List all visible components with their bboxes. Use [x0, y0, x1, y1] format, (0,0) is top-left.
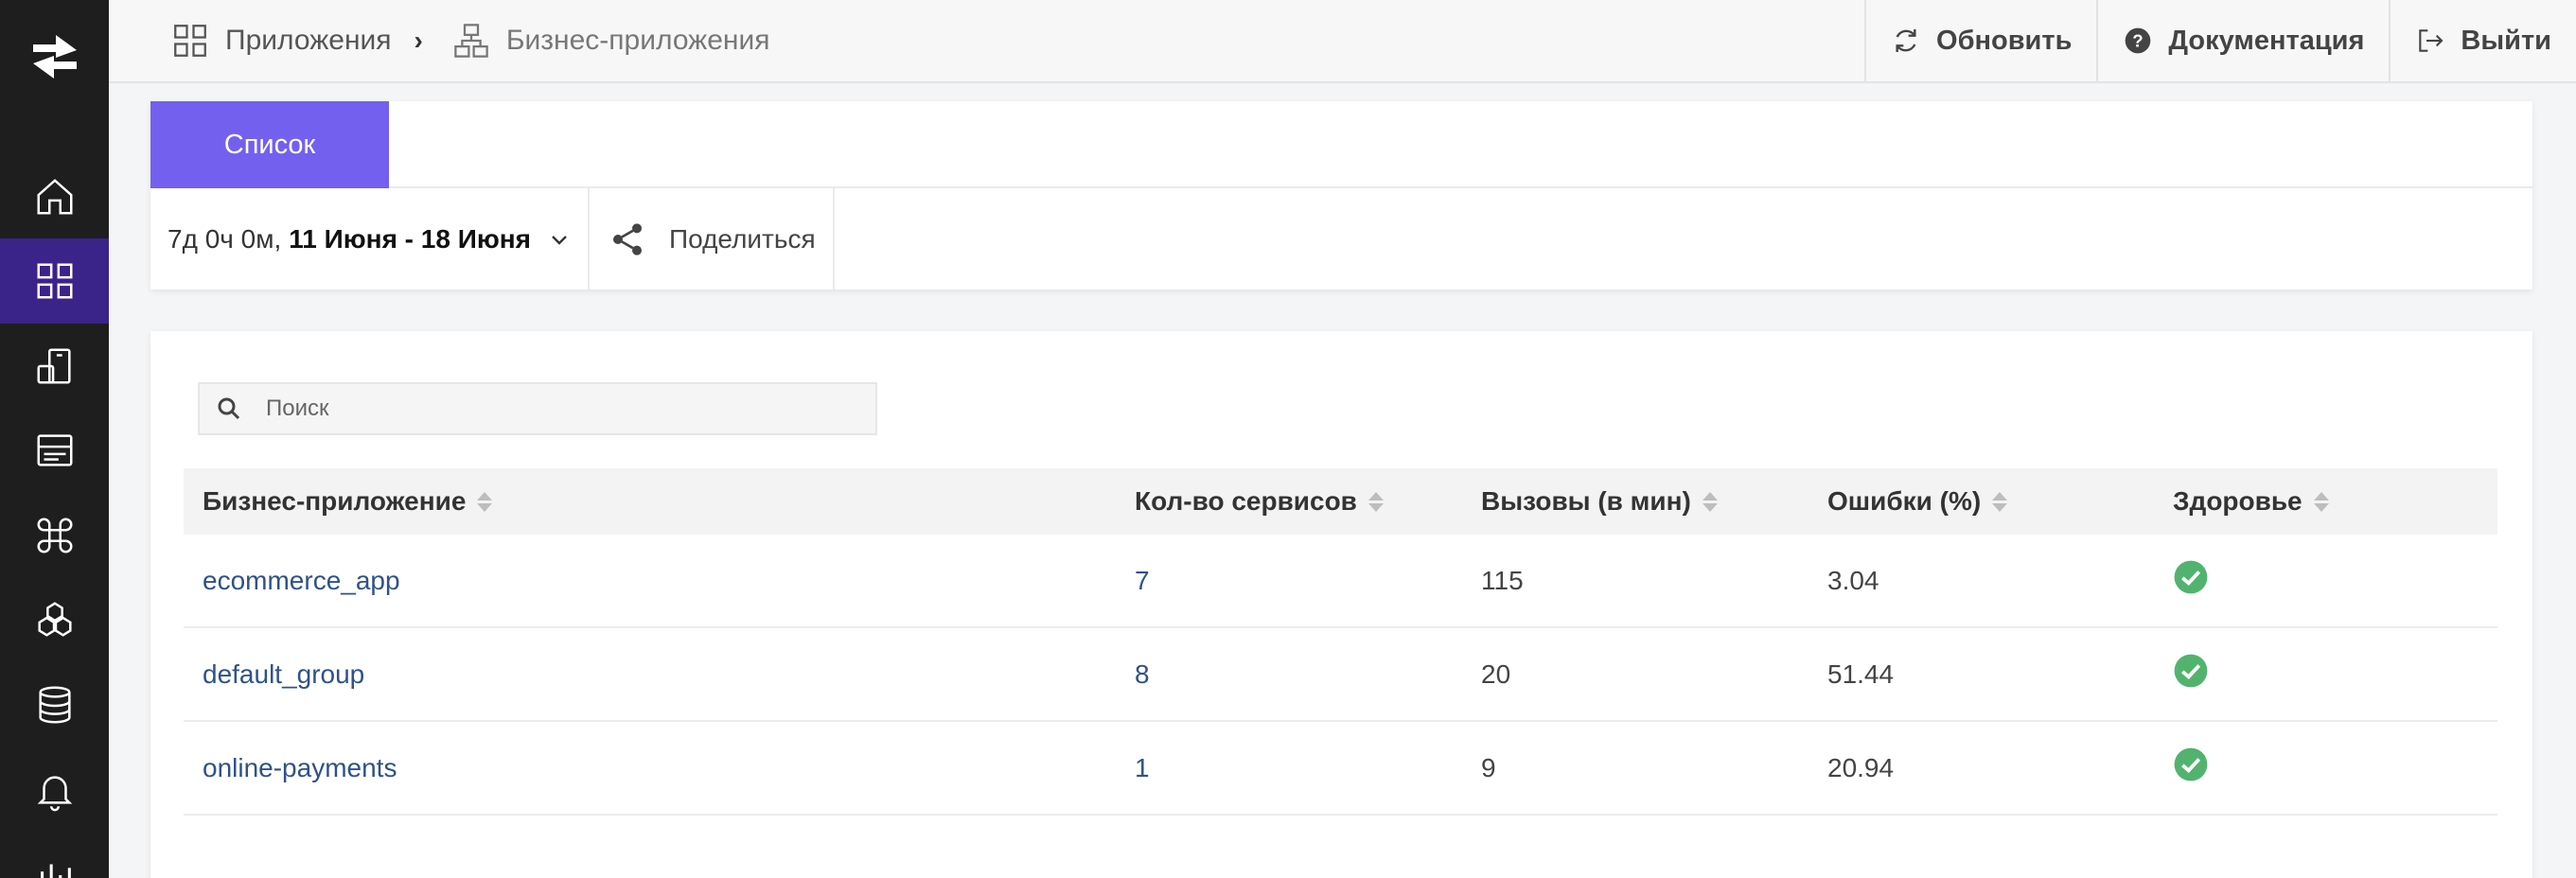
help-icon: ? [2126, 27, 2151, 54]
health-status [2173, 746, 2209, 789]
app-name-link[interactable]: default_group [203, 659, 364, 690]
apps-grid-icon [174, 25, 206, 57]
top-actions: Обновить ? Документация Выйти [1864, 0, 2576, 81]
search-box [198, 382, 877, 435]
svg-text:?: ? [2133, 31, 2144, 51]
bell-icon [37, 776, 72, 812]
calls-value: 9 [1481, 752, 1496, 782]
services-count-link[interactable]: 1 [1135, 753, 1150, 783]
health-status [2173, 559, 2209, 602]
header-label: Здоровье [2173, 486, 2303, 516]
table-row: default_group 8 20 51.44 [184, 628, 2497, 722]
logo[interactable] [0, 0, 109, 114]
chart-icon [40, 864, 71, 878]
sort-icon [1702, 491, 1718, 512]
breadcrumb-applications-label: Приложения [225, 25, 392, 56]
nav-database[interactable] [0, 662, 109, 747]
nav-alerts[interactable] [0, 747, 109, 833]
nav-charts[interactable] [0, 833, 109, 878]
chevron-down-icon [552, 235, 567, 245]
search-icon [218, 397, 240, 420]
services-count-link[interactable]: 8 [1135, 659, 1150, 690]
header-label: Бизнес-приложение [203, 486, 467, 516]
logout-label: Выйти [2461, 25, 2551, 56]
refresh-label: Обновить [1936, 25, 2073, 56]
search-input[interactable] [266, 395, 834, 422]
devices-icon [37, 348, 71, 384]
nav-home[interactable] [0, 154, 109, 239]
sort-icon [477, 491, 493, 512]
cubes-icon [37, 602, 72, 637]
header-services-count[interactable]: Кол-во сервисов [1135, 486, 1384, 517]
tab-row: Список [150, 101, 2532, 188]
header-business-app[interactable]: Бизнес-приложение [203, 486, 493, 517]
check-circle-icon [2174, 654, 2208, 688]
nav-server[interactable] [0, 408, 109, 493]
errors-value: 20.94 [1827, 752, 1895, 782]
command-icon [37, 518, 72, 553]
header-health[interactable]: Здоровье [2173, 486, 2329, 517]
header-label: Кол-во сервисов [1135, 486, 1357, 516]
date-range-picker[interactable]: 7д 0ч 0м, 11 Июня - 18 Июня [150, 188, 590, 290]
refresh-button[interactable]: Обновить [1864, 0, 2096, 81]
date-duration: 7д 0ч 0м, [168, 223, 282, 254]
nav-devices[interactable] [0, 324, 109, 409]
health-status [2173, 653, 2209, 695]
sort-icon [1367, 491, 1384, 512]
breadcrumb-current-label: Бизнес-приложения [505, 25, 770, 56]
apps-grid-icon [37, 263, 72, 299]
header-calls[interactable]: Вызовы (в мин) [1481, 486, 1718, 517]
business-apps-table: Бизнес-приложение Кол-во сервисов Вызовы… [184, 468, 2497, 816]
home-icon [37, 179, 72, 215]
breadcrumb: Приложения › Бизнес-приложения [170, 0, 770, 81]
calls-value: 115 [1481, 565, 1524, 595]
breadcrumb-separator: › [414, 26, 423, 55]
table-header: Бизнес-приложение Кол-во сервисов Вызовы… [184, 468, 2497, 535]
tab-list[interactable]: Список [150, 101, 389, 188]
table-row: online-payments 1 9 20.94 [184, 722, 2497, 816]
logout-button[interactable]: Выйти [2389, 0, 2576, 81]
services-count-link[interactable]: 7 [1135, 566, 1150, 596]
check-circle-icon [2174, 560, 2208, 594]
refresh-icon [1896, 29, 1916, 52]
table-row: ecommerce_app 7 115 3.04 [184, 535, 2497, 628]
content-panel: Бизнес-приложение Кол-во сервисов Вызовы… [150, 331, 2532, 878]
nav-applications[interactable] [0, 238, 109, 324]
share-icon [613, 222, 642, 255]
filter-row: 7д 0ч 0м, 11 Июня - 18 Июня Поделиться [150, 188, 835, 290]
sidebar [0, 0, 109, 878]
breadcrumb-business-apps: Бизнес-приложения [451, 21, 770, 61]
header-label: Ошибки (%) [1827, 486, 1982, 516]
sort-icon [1992, 491, 2008, 512]
logout-icon [2419, 29, 2444, 52]
docs-label: Документация [2168, 25, 2365, 56]
share-button[interactable]: Поделиться [590, 188, 835, 290]
topbar: Приложения › Бизнес-приложения Обновить … [109, 0, 2576, 83]
app-name-link[interactable]: online-payments [203, 753, 397, 783]
docs-button[interactable]: ? Документация [2096, 0, 2389, 81]
errors-value: 51.44 [1827, 658, 1895, 689]
tabs-panel: Список 7д 0ч 0м, 11 Июня - 18 Июня Подел… [150, 101, 2532, 290]
nav-cubes[interactable] [0, 577, 109, 662]
header-label: Вызовы (в мин) [1481, 486, 1691, 516]
header-errors[interactable]: Ошибки (%) [1827, 486, 2008, 517]
database-icon [38, 686, 71, 724]
nav-command[interactable] [0, 493, 109, 578]
calls-value: 20 [1481, 658, 1511, 689]
share-label: Поделиться [669, 223, 816, 254]
app-name-link[interactable]: ecommerce_app [203, 566, 400, 596]
errors-value: 3.04 [1827, 565, 1879, 595]
logo-icon [32, 35, 77, 79]
breadcrumb-applications[interactable]: Приложения [170, 21, 392, 61]
server-icon [37, 434, 72, 466]
sort-icon [2313, 491, 2329, 512]
check-circle-icon [2174, 747, 2208, 781]
date-range: 11 Июня - 18 Июня [289, 223, 531, 254]
hierarchy-icon [454, 24, 488, 58]
